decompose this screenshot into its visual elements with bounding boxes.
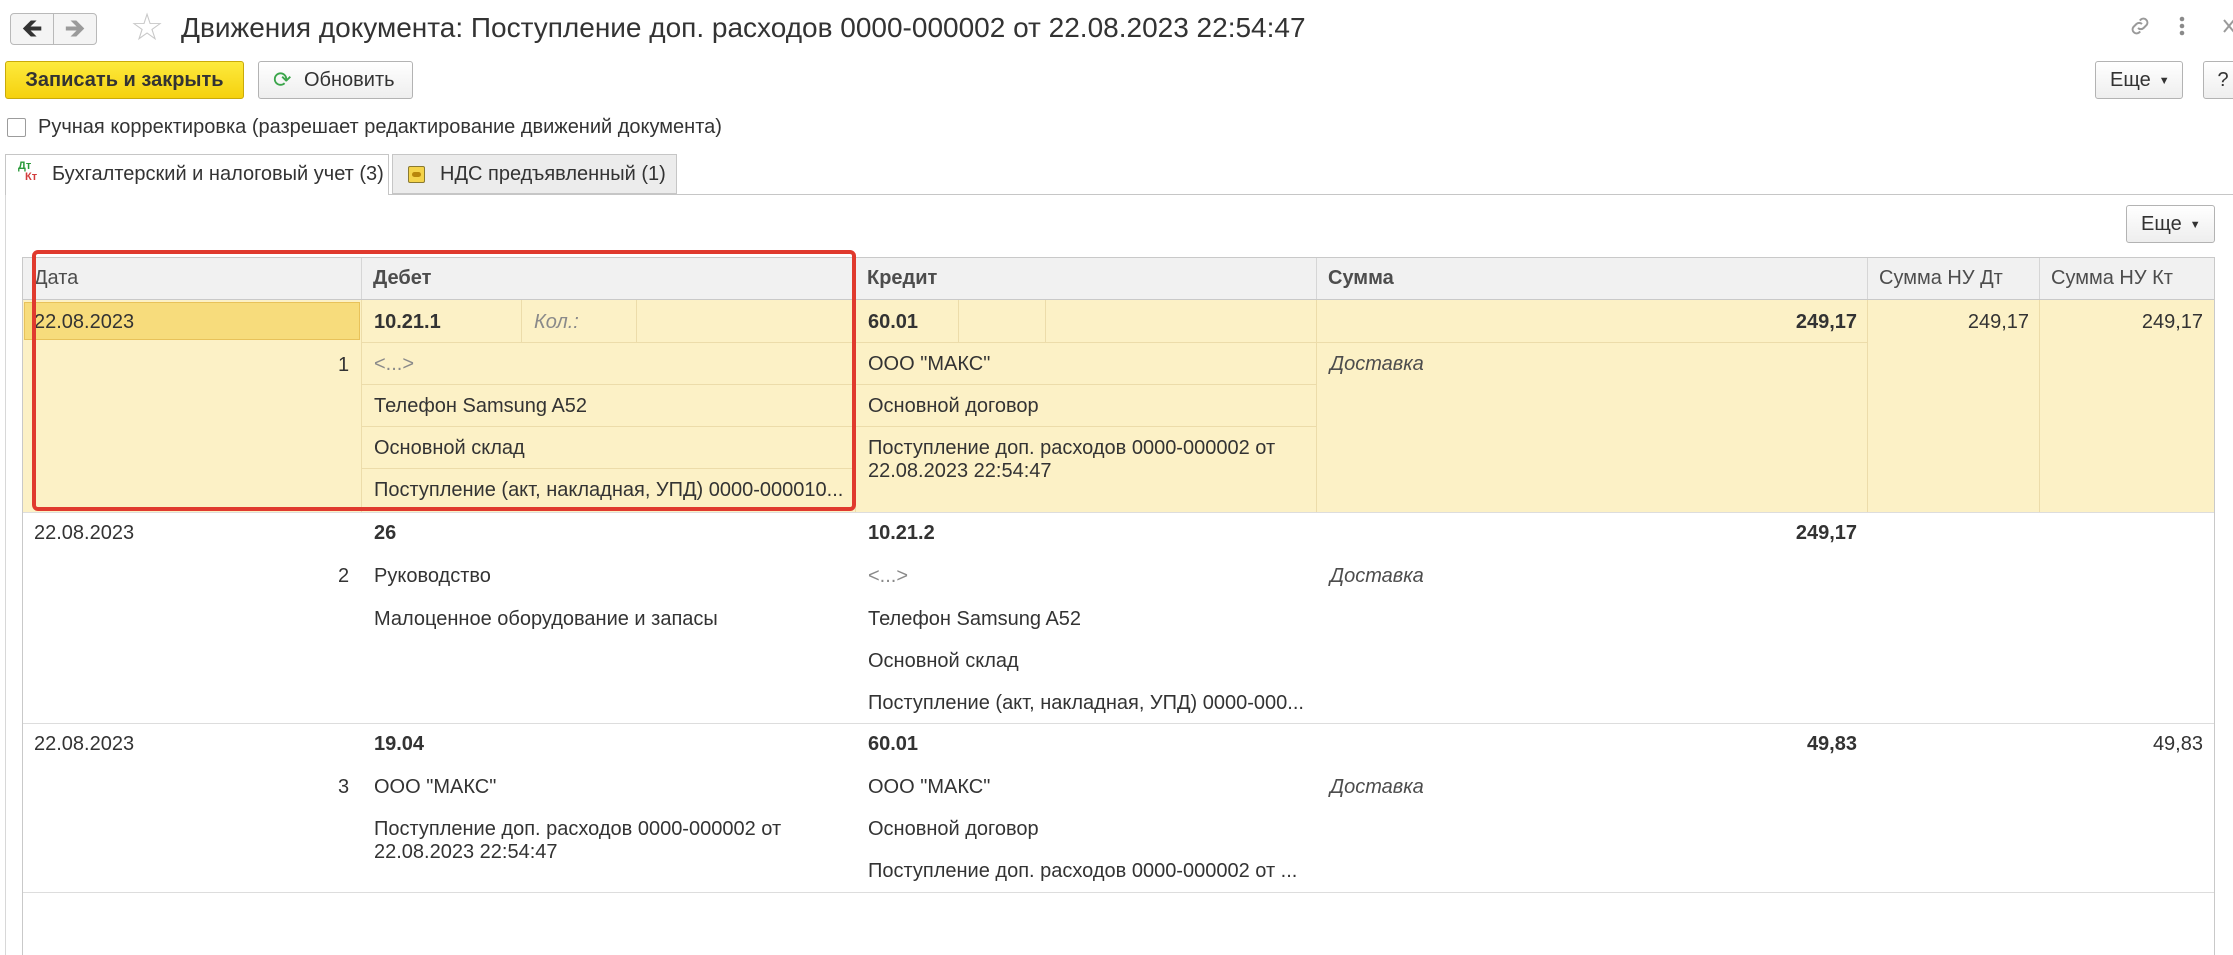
debit-account: 10.21.1: [374, 311, 441, 333]
row-date: 22.08.2023: [34, 522, 135, 544]
register-icon: [408, 166, 425, 183]
row-content: Доставка: [1330, 565, 1424, 587]
row-divider: [23, 892, 2214, 893]
debit-account: 26: [374, 522, 397, 544]
quantity-label: Кол.:: [534, 311, 579, 333]
manual-correction-label[interactable]: Ручная корректировка (разрешает редактир…: [38, 116, 722, 139]
debit-subconto: Поступление (акт, накладная, УПД) 0000-0…: [374, 479, 844, 501]
manual-correction-checkbox[interactable]: [7, 118, 26, 137]
table-more-button[interactable]: Еще ▼: [2126, 205, 2215, 243]
credit-subconto: Поступление доп. расходов 0000-000002 от…: [868, 437, 1276, 482]
row-content: Доставка: [1330, 776, 1424, 798]
row-content: Доставка: [1330, 353, 1424, 375]
col-sum-nu-dt[interactable]: Сумма НУ Дт: [1868, 258, 2040, 299]
panel-border: [5, 194, 6, 955]
debit-subconto: Малоценное оборудование и запасы: [374, 608, 718, 630]
credit-subconto: Поступление (акт, накладная, УПД) 0000-0…: [868, 692, 1304, 714]
credit-subconto: Телефон Samsung A52: [868, 608, 1082, 630]
credit-subconto: ООО "МАКС": [868, 353, 991, 375]
title-bar: 🡸 🡺 ☆ Движения документа: Поступление до…: [0, 0, 2233, 58]
credit-account: 60.01: [868, 311, 919, 333]
debit-subconto: Поступление доп. расходов 0000-000002 от…: [374, 818, 782, 863]
tab-accounting[interactable]: Дт Кт Бухгалтерский и налоговый учет (3): [5, 154, 389, 195]
dt-kt-icon: Дт Кт: [18, 160, 38, 183]
row-date: 22.08.2023: [34, 311, 135, 333]
more-label: Еще: [2110, 69, 2151, 91]
credit-subconto: <...>: [868, 565, 909, 587]
link-icon[interactable]: [2128, 14, 2152, 46]
debit-subconto: <...>: [374, 353, 415, 375]
row-sum-nu-dt: 249,17: [1967, 311, 2029, 333]
col-credit[interactable]: Кредит: [856, 258, 1317, 299]
row-number: 3: [338, 776, 350, 798]
row-sum: 249,17: [1795, 522, 1857, 544]
back-arrow-icon[interactable]: 🡸: [10, 13, 54, 45]
credit-subconto: Основной договор: [868, 818, 1039, 840]
row-number: 1: [338, 354, 350, 376]
credit-subconto: Основной договор: [868, 395, 1039, 417]
debit-subconto: Основной склад: [374, 437, 525, 459]
table-more-label: Еще: [2141, 213, 2182, 235]
col-sum[interactable]: Сумма: [1317, 258, 1868, 299]
tab-accounting-label: Бухгалтерский и налоговый учет (3): [52, 163, 384, 185]
row-sum: 249,17: [1795, 311, 1857, 333]
row-date: 22.08.2023: [34, 733, 135, 755]
save-and-close-button[interactable]: Записать и закрыть: [5, 61, 244, 99]
refresh-icon: ⟳: [273, 67, 292, 92]
row-sum-nu-kt: 49,83: [2152, 733, 2203, 755]
col-sum-nu-kt[interactable]: Сумма НУ Кт: [2040, 258, 2214, 299]
credit-account: 60.01: [868, 733, 919, 755]
favorite-star-icon[interactable]: ☆: [130, 6, 164, 50]
table-header: Дата Дебет Кредит Сумма Сумма НУ Дт Сумм…: [22, 257, 2215, 300]
tab-vat-label: НДС предъявленный (1): [440, 163, 666, 185]
help-button[interactable]: ?: [2203, 61, 2233, 99]
row-sum-nu-kt: 249,17: [2141, 311, 2203, 333]
credit-account: 10.21.2: [868, 522, 935, 544]
credit-subconto: Поступление доп. расходов 0000-000002 от…: [868, 860, 1298, 882]
col-date[interactable]: Дата: [23, 258, 362, 299]
credit-subconto: ООО "МАКС": [868, 776, 991, 798]
more-menu-button[interactable]: Еще ▼: [2095, 61, 2183, 99]
close-icon[interactable]: [2222, 14, 2233, 46]
refresh-button[interactable]: ⟳ Обновить: [258, 61, 413, 99]
debit-subconto: Телефон Samsung A52: [374, 395, 588, 417]
window-title: Движения документа: Поступление доп. рас…: [181, 12, 1306, 43]
credit-subconto: Основной склад: [868, 650, 1019, 672]
debit-account: 19.04: [374, 733, 425, 755]
col-debit[interactable]: Дебет: [362, 258, 856, 299]
debit-subconto: Руководство: [374, 565, 491, 587]
chevron-down-icon: ▼: [2158, 75, 2170, 87]
forward-arrow-icon[interactable]: 🡺: [53, 13, 97, 45]
refresh-label: Обновить: [304, 69, 395, 91]
row-sum: 49,83: [1806, 733, 1857, 755]
chevron-down-icon: ▼: [2189, 219, 2201, 231]
tab-vat[interactable]: НДС предъявленный (1): [392, 154, 677, 194]
row-number: 2: [338, 565, 350, 587]
debit-subconto: ООО "МАКС": [374, 776, 497, 798]
more-vertical-icon[interactable]: [2178, 14, 2186, 46]
